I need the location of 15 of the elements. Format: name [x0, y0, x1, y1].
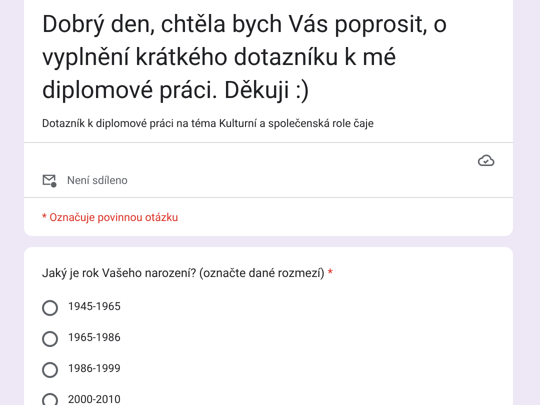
sharing-status: Není sdíleno: [67, 172, 128, 188]
radio-option[interactable]: 1986-1999: [42, 360, 495, 378]
form-description: Dotazník k diplomové práci na téma Kulturní a společenská role čaje: [41, 116, 375, 132]
form-title: Dobrý den, chtěla bych Vás poprosit, o vyplnění krátkého dotazníku k mé diplomové práci. Děkuji :): [41, 9, 448, 106]
radio-option[interactable]: 1945-1965: [42, 298, 495, 316]
radio-button[interactable]: [42, 362, 58, 378]
radio-button[interactable]: [42, 392, 58, 405]
radio-option[interactable]: 2000-2010: [42, 392, 495, 405]
required-note: * Označuje povinnou otázku: [42, 210, 178, 224]
question-text: Jaký je rok Vašeho narození? (označte dané rozmezí) *: [42, 264, 334, 282]
mail-blocked-icon: [42, 174, 57, 188]
radio-option[interactable]: 1965-1986: [42, 330, 495, 348]
radio-button[interactable]: [42, 300, 58, 316]
cloud-check-icon: [477, 152, 495, 166]
radio-button[interactable]: [42, 330, 58, 346]
